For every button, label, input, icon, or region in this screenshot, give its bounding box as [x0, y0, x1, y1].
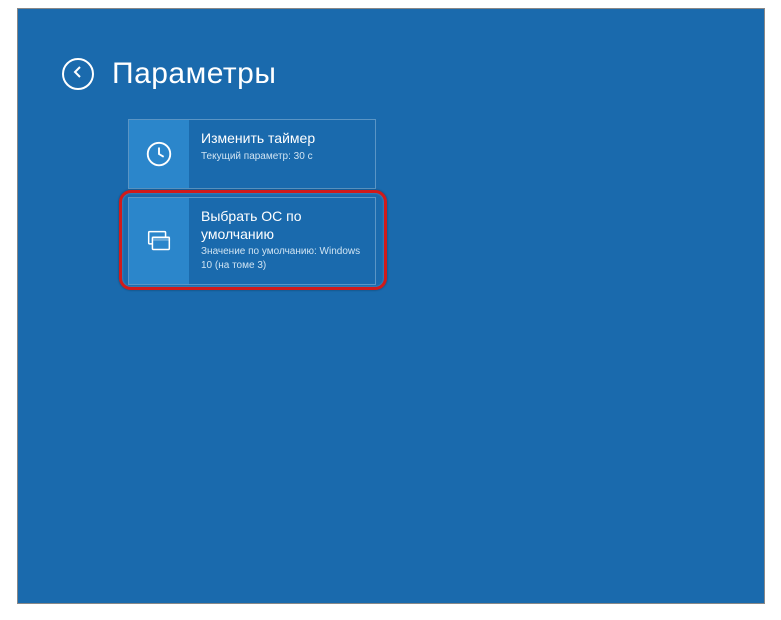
- tile-title: Выбрать ОС по умолчанию: [201, 208, 365, 243]
- tile-change-timer[interactable]: Изменить таймер Текущий параметр: 30 с: [128, 119, 376, 189]
- boot-options-screen: Параметры Изменить таймер Текущий параме…: [17, 8, 765, 604]
- tile-list: Изменить таймер Текущий параметр: 30 с В…: [18, 91, 764, 285]
- back-arrow-icon: [70, 64, 86, 85]
- tile-subtitle: Текущий параметр: 30 с: [201, 150, 315, 164]
- header: Параметры: [18, 9, 764, 91]
- page-title: Параметры: [112, 57, 276, 91]
- clock-icon: [129, 120, 189, 188]
- windows-icon: [129, 198, 189, 284]
- tile-subtitle: Значение по умолчанию: Windows 10 (на то…: [201, 245, 365, 272]
- tile-title: Изменить таймер: [201, 130, 315, 148]
- tile-text: Выбрать ОС по умолчанию Значение по умол…: [189, 198, 375, 284]
- back-button[interactable]: [62, 58, 94, 90]
- tile-text: Изменить таймер Текущий параметр: 30 с: [189, 120, 325, 188]
- tile-default-os[interactable]: Выбрать ОС по умолчанию Значение по умол…: [128, 197, 376, 285]
